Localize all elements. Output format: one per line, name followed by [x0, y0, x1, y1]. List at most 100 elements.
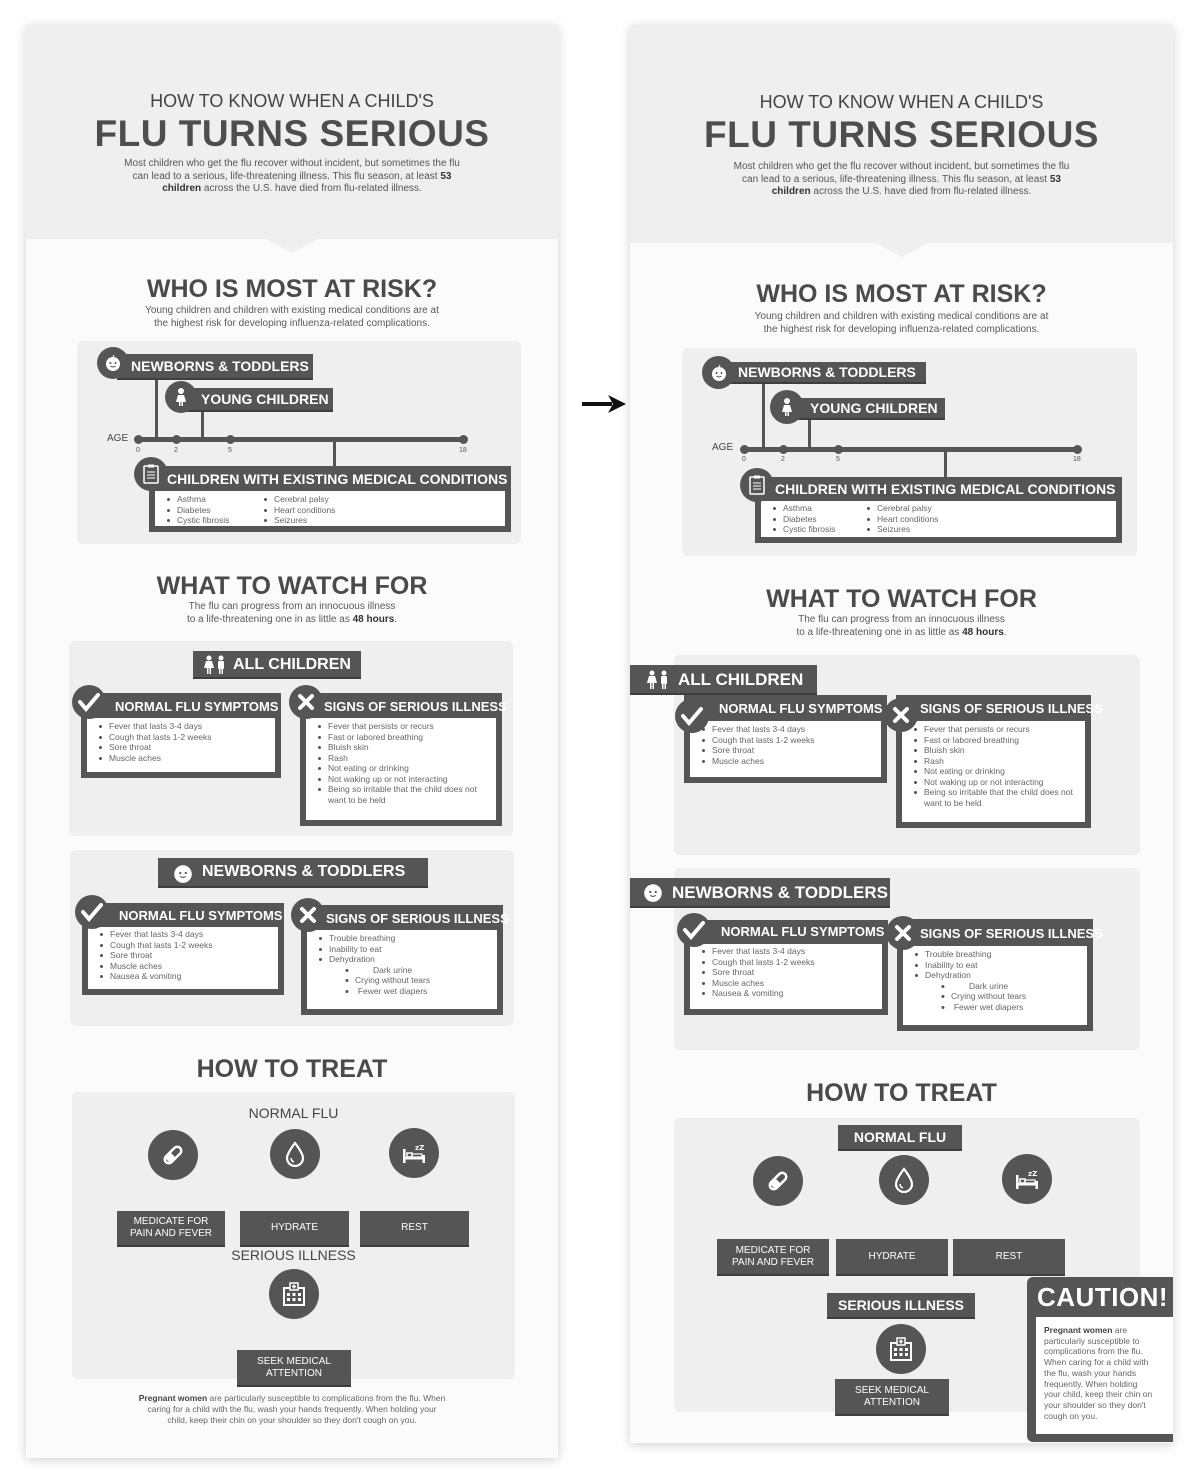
watch-title: WHAT TO WATCH FOR: [766, 585, 1037, 613]
newborn-normal-list: Fever that lasts 3-4 days Cough that las…: [96, 929, 213, 982]
newborn-normal-title: NORMAL FLU SYMPTOMS: [721, 924, 885, 939]
water-drop-icon: [879, 1155, 929, 1205]
list-item: Diabetes: [769, 514, 835, 525]
seek-medical-button[interactable]: SEEK MEDICAL ATTENTION: [237, 1350, 351, 1387]
newborn-serious-list: Trouble breathing Inability to eat Dehyd…: [315, 933, 430, 996]
list-item: Cough that lasts 1-2 weeks: [95, 732, 212, 743]
young-children-label: YOUNG CHILDREN: [185, 388, 333, 412]
conditions-list-2: Cerebral palsy Heart conditions Seizures: [260, 494, 335, 526]
two-children-icon: [203, 655, 227, 680]
baby-face-icon: [702, 356, 735, 389]
svg-text:zZ: zZ: [415, 1144, 424, 1152]
conditions-connector: [333, 439, 336, 467]
list-item: Rash: [314, 753, 489, 764]
list-item: Being so irritable that the child does n…: [910, 787, 1085, 808]
caution-body: Pregnant women are particularly suscepti…: [1036, 1317, 1173, 1434]
list-item: Inability to eat: [315, 944, 430, 955]
list-item: Seizures: [863, 524, 938, 535]
rest-button[interactable]: REST: [953, 1239, 1065, 1276]
risk-subtitle: Young children and children with existin…: [754, 311, 1049, 335]
tick-label: 18: [1073, 456, 1081, 463]
list-item: Dark urine: [315, 965, 430, 976]
newborns-watch-label: NEWBORNS & TODDLERS: [630, 878, 890, 908]
newborn-normal-card: NORMAL FLU SYMPTOMS Fever that lasts 3-4…: [684, 920, 888, 1015]
x-mark-icon: [884, 698, 918, 732]
age-dot-18: [459, 435, 468, 444]
conditions-list-1: Asthma Diabetes Cystic fibrosis: [163, 494, 229, 526]
seek-medical-button[interactable]: SEEK MEDICAL ATTENTION: [835, 1379, 949, 1416]
list-item: Cerebral palsy: [260, 494, 335, 505]
hospital-icon: [876, 1324, 926, 1374]
hydrate-button[interactable]: HYDRATE: [836, 1239, 948, 1276]
newborn-normal-list: Fever that lasts 3-4 days Cough that las…: [698, 946, 815, 999]
risk-timeline-box: NEWBORNS & TODDLERS YOUNG CHILDREN AGE 0…: [77, 341, 521, 544]
young-connector: [201, 412, 204, 440]
bed-sleep-icon: zZ: [389, 1128, 439, 1178]
list-item: Sore throat: [698, 745, 815, 756]
newborns-watch-box: NEWBORNS & TODDLERS NORMAL FLU SYMPTOMS …: [70, 850, 514, 1026]
newborn-serious-title: SIGNS OF SERIOUS ILLNESS: [920, 926, 1103, 941]
newborn-serious-card: SIGNS OF SERIOUS ILLNESS Trouble breathi…: [897, 919, 1103, 1031]
list-item: Muscle aches: [698, 978, 815, 989]
list-item: Fever that persists or recurs: [314, 721, 489, 732]
list-item: Cough that lasts 1-2 weeks: [698, 735, 815, 746]
tick-label: 2: [781, 456, 785, 463]
tick-label: 0: [742, 456, 746, 463]
newborn-serious-title: SIGNS OF SERIOUS ILLNESS: [326, 911, 509, 926]
hero-title: FLU TURNS SERIOUS: [94, 113, 490, 154]
bed-sleep-icon: zZ: [1002, 1154, 1052, 1204]
age-dot-2: [172, 435, 181, 444]
age-dot-2: [779, 445, 788, 454]
hero-super-title: HOW TO KNOW WHEN A CHILD'S: [150, 91, 434, 111]
checkmark-icon: [675, 699, 709, 733]
conditions-card: CHILDREN WITH EXISTING MEDICAL CONDITION…: [755, 477, 1122, 543]
list-item: Cerebral palsy: [863, 503, 938, 514]
watch-title: WHAT TO WATCH FOR: [156, 572, 428, 600]
list-item: Asthma: [769, 503, 835, 514]
normal-symptoms-title: NORMAL FLU SYMPTOMS: [719, 701, 883, 716]
list-item: Crying without tears: [911, 991, 1026, 1002]
hydrate-button[interactable]: HYDRATE: [240, 1211, 349, 1247]
medicate-button[interactable]: MEDICATE FOR PAIN AND FEVER: [117, 1211, 225, 1247]
rest-button[interactable]: REST: [360, 1211, 469, 1247]
list-item: Fever that lasts 3-4 days: [698, 946, 815, 957]
list-item: Seizures: [260, 515, 335, 526]
clipboard-icon: [134, 457, 168, 491]
serious-signs-title: SIGNS OF SERIOUS ILLNESS: [324, 699, 507, 714]
list-item: Muscle aches: [96, 961, 213, 972]
infographic-after: HOW TO KNOW WHEN A CHILD'S FLU TURNS SER…: [630, 25, 1173, 1443]
caution-title: CAUTION!: [1037, 1282, 1169, 1312]
newborns-connector: [155, 380, 158, 440]
normal-symptoms-card: NORMAL FLU SYMPTOMS Fever that lasts 3-4…: [81, 693, 281, 778]
newborns-connector: [762, 384, 765, 450]
list-item: Nausea & vomiting: [698, 988, 815, 999]
hero-banner: HOW TO KNOW WHEN A CHILD'S FLU TURNS SER…: [630, 25, 1173, 257]
risk-subtitle: Young children and children with existin…: [145, 305, 439, 329]
list-item: Dehydration: [911, 970, 1026, 981]
hero-banner: HOW TO KNOW WHEN A CHILD'S FLU TURNS SER…: [26, 25, 558, 253]
treat-box: NORMAL FLU zZ MEDICATE FOR PAIN AND FEVER…: [72, 1092, 515, 1387]
risk-title: WHO IS MOST AT RISK?: [756, 280, 1047, 308]
conditions-list-2: Cerebral palsy Heart conditions Seizures: [863, 503, 938, 535]
caution-callout: CAUTION! Pregnant women are particularly…: [1027, 1277, 1173, 1442]
risk-title: WHO IS MOST AT RISK?: [146, 275, 438, 303]
baby-face-icon: [172, 862, 194, 889]
x-mark-icon: [886, 916, 920, 950]
normal-symptoms-title: NORMAL FLU SYMPTOMS: [115, 699, 279, 714]
newborn-normal-card: NORMAL FLU SYMPTOMS Fever that lasts 3-4…: [82, 903, 284, 995]
list-item: Fast or labored breathing: [910, 735, 1085, 746]
list-item: Fever that lasts 3-4 days: [698, 724, 815, 735]
list-item: Fast or labored breathing: [314, 732, 489, 743]
age-dot-5: [226, 435, 235, 444]
age-axis: [743, 447, 1081, 452]
serious-signs-card: SIGNS OF SERIOUS ILLNESS Fever that pers…: [300, 693, 507, 826]
list-item: Trouble breathing: [911, 949, 1026, 960]
normal-symptoms-list: Fever that lasts 3-4 days Cough that las…: [95, 721, 212, 763]
medicate-button[interactable]: MEDICATE FOR PAIN AND FEVER: [717, 1239, 829, 1276]
age-dot-0: [134, 435, 143, 444]
treat-title: HOW TO TREAT: [806, 1079, 997, 1107]
list-item: Sore throat: [698, 967, 815, 978]
list-item: Nausea & vomiting: [96, 971, 213, 982]
list-item: Muscle aches: [95, 753, 212, 764]
young-connector: [808, 420, 811, 450]
